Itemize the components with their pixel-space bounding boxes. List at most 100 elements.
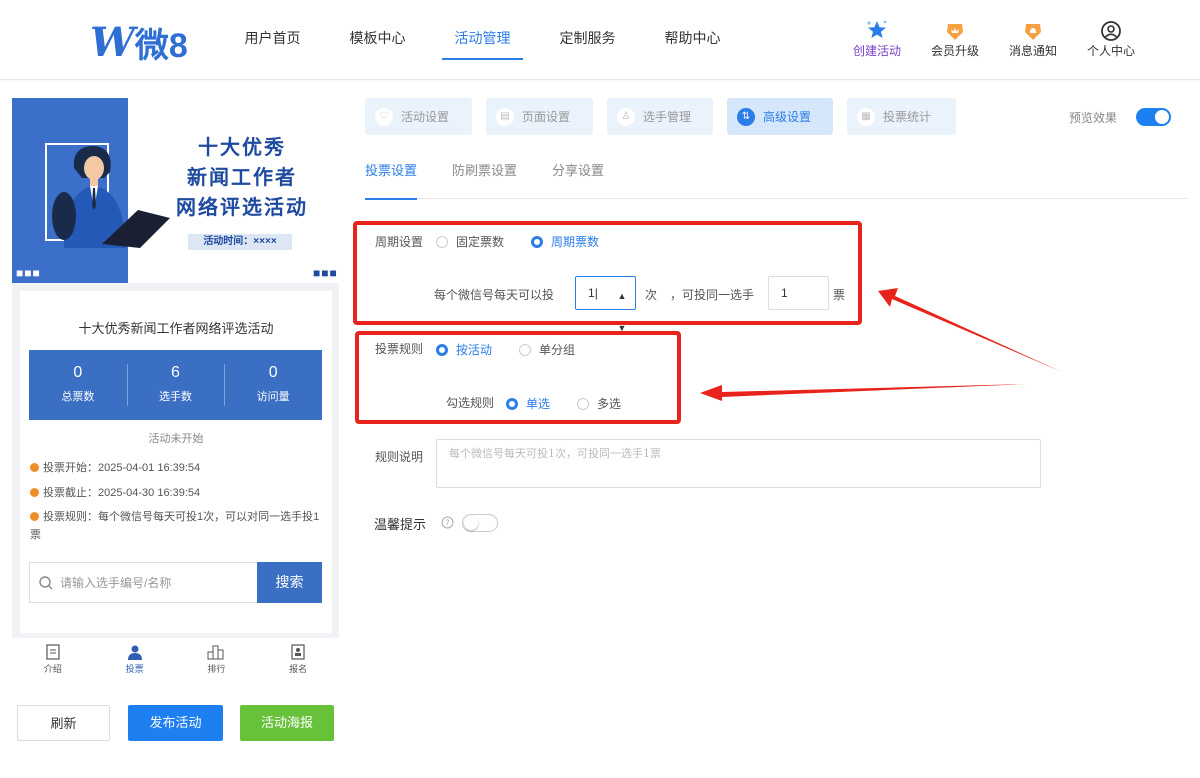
banner-title: 十大优秀 新闻工作者 网络评选活动 (162, 132, 322, 222)
tab-vote[interactable]: 投票 (94, 638, 176, 682)
stat-value: 6 (171, 364, 180, 381)
poster-button[interactable]: 活动海报 (240, 705, 334, 741)
subtab-vote-settings[interactable]: 投票设置 (365, 158, 418, 200)
refresh-button[interactable]: 刷新 (17, 705, 110, 741)
search-icon (39, 576, 53, 590)
vote-start-row: 投票开始：2025-04-01 16:39:54 (30, 459, 320, 477)
arrow-to-period (878, 288, 1062, 372)
step-label: 选手管理 (643, 110, 692, 124)
nav-item-activity[interactable]: 活动管理 (430, 0, 535, 80)
bell-icon (994, 16, 1072, 42)
stats-bar: 0 总票数 6 选手数 0 访问量 (29, 350, 322, 420)
vote-rule-row: 投票规则：每个微信号每天可投1次，可以对同一选手投1票 (30, 508, 320, 544)
rule-description-textarea[interactable]: 每个微信号每天可投1次，可投同一选手1票 (436, 439, 1041, 488)
member-upgrade-button[interactable]: 会员升级 (916, 16, 994, 59)
sliders-icon: ⇅ (737, 107, 755, 126)
star-icon (838, 16, 916, 42)
document-icon (12, 642, 94, 662)
subtab-anti-fraud[interactable]: 防刷票设置 (452, 158, 517, 199)
nav-item-home[interactable]: 用户首页 (220, 0, 325, 80)
tab-label: 报名 (289, 664, 308, 674)
stat-value: 0 (268, 364, 278, 381)
ranking-icon (176, 642, 258, 662)
banner-title-line-1: 十大优秀 (198, 135, 286, 159)
textarea-placeholder: 每个微信号每天可投1次，可投同一选手1票 (449, 447, 661, 460)
nav-item-custom[interactable]: 定制服务 (535, 0, 640, 80)
logo[interactable]: W 微8 (90, 18, 188, 67)
stat-value: 0 (73, 364, 83, 381)
user-center-button[interactable]: 个人中心 (1072, 16, 1150, 59)
settings-steps: ♡ 活动设置 ▤ 页面设置 ♙ 选手管理 ⇅ 高级设置 ▦ 投票统计 (365, 98, 970, 135)
heart-icon: ♡ (375, 107, 393, 126)
step-advanced-settings[interactable]: ⇅ 高级设置 (727, 98, 833, 135)
person-icon: ♙ (617, 107, 635, 126)
person-icon (94, 642, 176, 662)
activity-title: 十大优秀新闻工作者网络评选活动 (78, 321, 274, 336)
tab-label: 排行 (207, 664, 226, 674)
search-placeholder: 请输入选手编号/名称 (60, 576, 172, 590)
header-actions: 创建活动 会员升级 消息通知 个人中心 (838, 16, 1150, 59)
step-page-settings[interactable]: ▤ 页面设置 (486, 98, 593, 135)
stat-label: 访问量 (256, 391, 290, 403)
vote-rule-text: 投票规则：每个微信号每天可投1次，可以对同一选手投1票 (30, 511, 320, 541)
stat-visits: 0 访问量 (224, 350, 322, 420)
tab-signup[interactable]: 报名 (257, 638, 339, 682)
step-label: 活动设置 (401, 110, 450, 124)
rule-description-label: 规则说明 (375, 450, 424, 464)
crown-icon (916, 16, 994, 42)
annotation-box-period (353, 221, 862, 325)
step-player-management[interactable]: ♙ 选手管理 (607, 98, 713, 135)
player-search-input[interactable]: 请输入选手编号/名称 (29, 562, 257, 603)
main-nav: 用户首页 模板中心 活动管理 定制服务 帮助中心 (220, 0, 745, 80)
banner-dots-right: ■■■ (313, 266, 338, 280)
vote-end-row: 投票截止：2025-04-30 16:39:54 (30, 484, 320, 502)
banner-title-line-2: 新闻工作者 (187, 165, 297, 189)
step-label: 投票统计 (883, 110, 932, 124)
annotation-box-rules (355, 331, 681, 424)
tab-intro[interactable]: 介绍 (12, 638, 94, 682)
step-label: 页面设置 (522, 110, 571, 124)
help-icon[interactable]: ? (441, 516, 454, 529)
create-activity-label: 创建活动 (852, 44, 901, 58)
user-icon (1072, 16, 1150, 42)
stat-label: 选手数 (159, 391, 192, 403)
preview-effect-label: 预览效果 (1069, 111, 1118, 125)
top-header: W 微8 用户首页 模板中心 活动管理 定制服务 帮助中心 创建活动 会员升级 … (0, 0, 1200, 80)
banner-dots-left: ■■■ (16, 266, 41, 280)
stat-total-votes: 0 总票数 (29, 350, 127, 420)
subtab-share[interactable]: 分享设置 (552, 158, 604, 199)
user-center-label: 个人中心 (1086, 44, 1135, 58)
logo-mark: W (90, 19, 135, 66)
preview-tabbar: 介绍 投票 排行 报名 (12, 638, 339, 682)
info-icon (30, 512, 39, 521)
mobile-preview: 十大优秀 新闻工作者 网络评选活动 活动时间：×××× ■■■ ■■■ 十大优秀… (12, 98, 339, 638)
stat-players: 6 选手数 (126, 350, 225, 420)
toggle-knob (1155, 110, 1169, 124)
nav-item-templates[interactable]: 模板中心 (325, 0, 430, 80)
activity-banner: 十大优秀 新闻工作者 网络评选活动 活动时间：×××× ■■■ ■■■ (12, 98, 339, 283)
step-activity-settings[interactable]: ♡ 活动设置 (365, 98, 472, 135)
toggle-knob (464, 516, 478, 530)
settings-subtabs: 投票设置 防刷票设置 分享设置 (365, 158, 1188, 200)
journalist-illustration (45, 143, 170, 248)
activity-status: 活动未开始 (148, 433, 204, 445)
publish-button[interactable]: 发布活动 (128, 705, 223, 741)
nav-item-help[interactable]: 帮助中心 (640, 0, 745, 80)
tab-ranking[interactable]: 排行 (176, 638, 258, 682)
tip-toggle[interactable] (462, 514, 498, 532)
arrow-to-rules (700, 384, 1028, 401)
vote-start-text: 投票开始：2025-04-01 16:39:54 (43, 462, 201, 474)
clock-icon (30, 488, 39, 497)
tab-label: 投票 (125, 664, 144, 674)
tip-label: 温馨提示 (374, 517, 427, 532)
activity-card: 十大优秀新闻工作者网络评选活动 0 总票数 6 选手数 0 访问量 活动未开始 … (20, 291, 332, 633)
create-activity-button[interactable]: 创建活动 (838, 16, 916, 59)
notifications-button[interactable]: 消息通知 (994, 16, 1072, 59)
svg-text:?: ? (445, 519, 449, 528)
notifications-label: 消息通知 (1008, 44, 1057, 58)
search-button[interactable]: 搜索 (257, 562, 322, 603)
clock-icon (30, 463, 39, 472)
preview-effect-toggle[interactable] (1136, 108, 1171, 126)
logo-text: 微8 (134, 27, 188, 65)
step-vote-statistics[interactable]: ▦ 投票统计 (847, 98, 956, 135)
